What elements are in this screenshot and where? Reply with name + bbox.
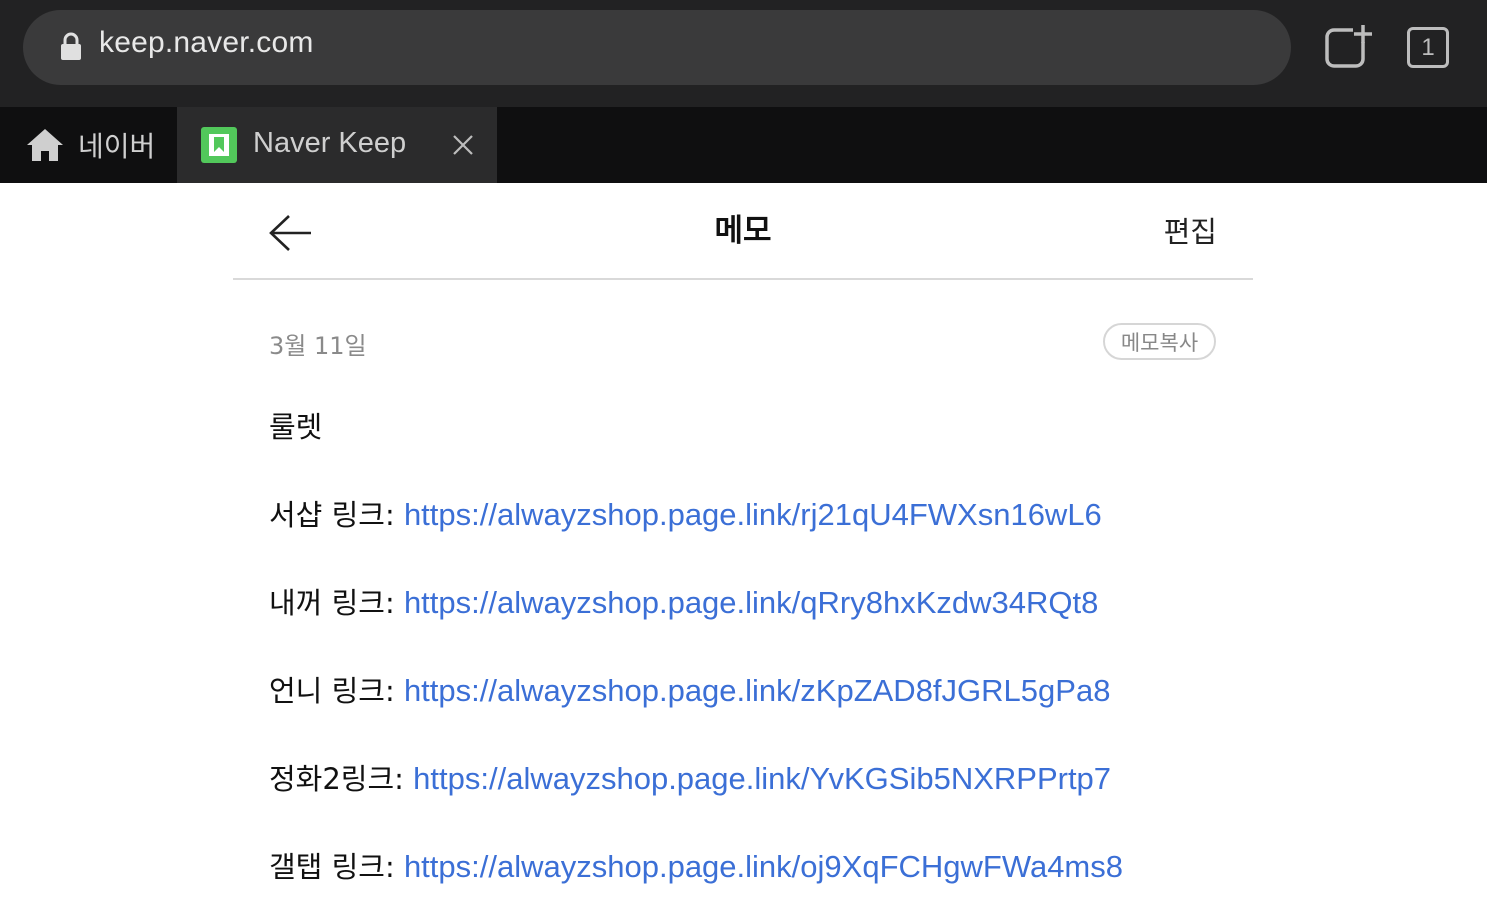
page-title: 메모: [714, 213, 772, 249]
url-text[interactable]: keep.naver.com: [99, 26, 314, 60]
memo-line: 언니 링크: https://alwayzshop.page.link/zKpZ…: [269, 668, 1110, 710]
browser-toolbar: keep.naver.com 1: [0, 0, 1487, 107]
memo-date: 3월 11일: [269, 332, 367, 360]
memo-link[interactable]: https://alwayzshop.page.link/zKpZAD8fJGR…: [404, 673, 1111, 708]
lock-icon: [61, 32, 81, 60]
memo-line-label: 내꺼 링크:: [269, 586, 404, 620]
memo-header: 메모 편집: [233, 183, 1253, 280]
memo-line: 서샵 링크: https://alwayzshop.page.link/rj21…: [269, 492, 1102, 534]
memo-line-label: 언니 링크:: [269, 674, 404, 708]
tab-count-button[interactable]: 1: [1407, 27, 1449, 68]
tab-label: Naver Keep: [253, 127, 407, 159]
new-tab-icon[interactable]: [1323, 24, 1375, 70]
memo-line-label: 갤탭 링크:: [269, 850, 404, 884]
copy-memo-button[interactable]: 메모복사: [1103, 323, 1216, 360]
memo-link[interactable]: https://alwayzshop.page.link/rj21qU4FWXs…: [404, 497, 1102, 532]
tab-naver-keep[interactable]: Naver Keep: [177, 107, 497, 183]
edit-button[interactable]: 편집: [1164, 209, 1217, 251]
memo-line: 정화2링크: https://alwayzshop.page.link/YvKG…: [269, 756, 1111, 798]
home-icon: [27, 129, 63, 161]
memo-link[interactable]: https://alwayzshop.page.link/qRry8hxKzdw…: [404, 585, 1098, 620]
tab-strip: 네이버 Naver Keep: [0, 107, 1487, 183]
memo-line-label: 서샵 링크:: [269, 498, 404, 532]
naver-keep-favicon-icon: [201, 127, 237, 163]
memo-line: 내꺼 링크: https://alwayzshop.page.link/qRry…: [269, 580, 1098, 622]
memo-link[interactable]: https://alwayzshop.page.link/oj9XqFCHgwF…: [404, 849, 1123, 884]
address-bar[interactable]: keep.naver.com: [23, 10, 1291, 85]
memo-link[interactable]: https://alwayzshop.page.link/YvKGSib5NXR…: [413, 761, 1111, 796]
tab-home-label: 네이버: [78, 130, 156, 163]
memo-line: 갤탭 링크: https://alwayzshop.page.link/oj9X…: [269, 844, 1123, 886]
tab-naver-home[interactable]: 네이버: [0, 107, 177, 183]
memo-title: 룰렛: [269, 410, 323, 444]
close-icon[interactable]: [452, 134, 474, 156]
memo-line-label: 정화2링크:: [269, 762, 414, 796]
